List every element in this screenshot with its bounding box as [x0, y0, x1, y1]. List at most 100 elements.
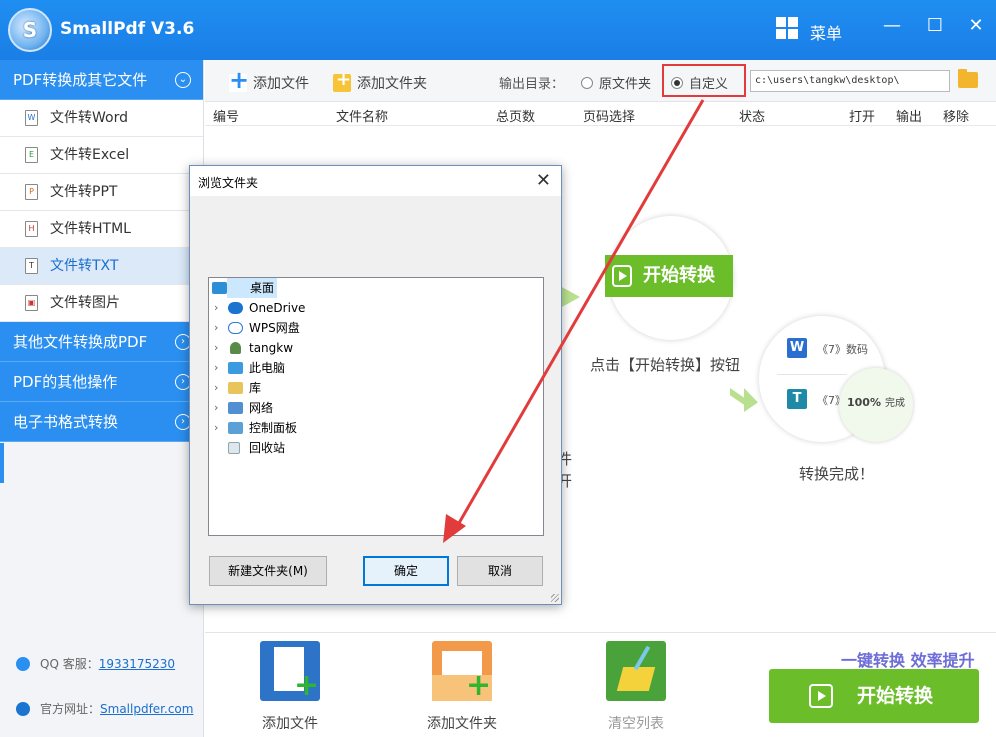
add-file-icon	[229, 66, 249, 94]
resize-grip-icon[interactable]	[551, 594, 559, 602]
network-icon	[228, 402, 243, 414]
website-link[interactable]: Smallpdfer.com	[100, 702, 193, 716]
col-page-select: 页码选择	[583, 110, 636, 125]
output-path-input[interactable]: c:\users\tangkw\desktop\	[750, 70, 950, 92]
ppt-file-icon: P	[25, 184, 38, 200]
tree-item-recycle-bin[interactable]: 回收站	[209, 438, 543, 458]
add-file-big-button[interactable]: + 添加文件	[245, 641, 335, 733]
tree-item-control-panel[interactable]: › 控制面板	[209, 418, 543, 438]
col-output: 输出	[896, 110, 923, 125]
progress-bubble: 100% 完成	[839, 368, 913, 442]
expand-arrow-icon: ›	[214, 301, 219, 314]
title-bar: S SmallPdf V3.6 菜单 — ☐ ✕	[0, 0, 996, 60]
file-table-header: 编号 文件名称 总页数 页码选择 状态 打开 输出 移除	[205, 102, 996, 126]
control-panel-icon	[228, 422, 243, 434]
excel-file-icon: E	[25, 147, 38, 163]
qq-contact: QQ 客服：1933175230	[16, 655, 175, 672]
tree-item-this-pc[interactable]: › 此电脑	[209, 358, 543, 378]
website-contact: 官方网址：Smallpdfer.com	[16, 700, 193, 717]
slogan-text: 一键转换 效率提升	[841, 651, 975, 670]
expand-arrow-icon: ›	[214, 381, 219, 394]
flow-arrow-icon	[730, 388, 758, 412]
dialog-title-bar: 浏览文件夹 ✕	[190, 166, 561, 196]
menu-grid-icon[interactable]	[776, 17, 798, 39]
app-title: SmallPdf V3.6	[60, 19, 195, 39]
add-file-toolbar-button[interactable]: 添加文件	[229, 66, 309, 94]
expand-arrow-icon: ›	[214, 341, 219, 354]
sidebar-category-pdf-operations[interactable]: PDF的其他操作 ›	[0, 362, 203, 402]
sidebar-item-image[interactable]: ▣ 文件转图片	[0, 285, 203, 322]
add-file-big-icon: +	[260, 641, 320, 701]
tree-item-wps[interactable]: › WPS网盘	[209, 318, 543, 338]
radio-original-folder[interactable]: 原文件夹	[581, 73, 651, 92]
ok-button[interactable]: 确定	[363, 556, 449, 586]
add-folder-toolbar-button[interactable]: 添加文件夹	[333, 69, 427, 93]
browse-folder-dialog: 浏览文件夹 ✕ 桌面 › OneDrive › WPS网盘 › tangkw › 此电脑…	[189, 165, 562, 605]
col-status: 状态	[739, 110, 766, 125]
word-doc-icon: W	[787, 338, 807, 358]
start-illustration-pill: 开始转换	[605, 255, 733, 297]
doc-line-1: 《7》数码	[817, 343, 868, 356]
image-file-icon: ▣	[25, 295, 38, 311]
qq-icon	[16, 657, 30, 671]
tree-item-user[interactable]: › tangkw	[209, 338, 543, 358]
sidebar-item-excel[interactable]: E 文件转Excel	[0, 137, 203, 174]
txt-file-icon: T	[25, 258, 38, 274]
sidebar-accent	[0, 443, 4, 483]
sidebar: PDF转换成其它文件 ⌄ W 文件转Word E 文件转Excel P 文件转PPT H…	[0, 60, 204, 737]
start-convert-button[interactable]: 开始转换	[769, 669, 979, 723]
menu-button[interactable]: 菜单	[810, 20, 842, 44]
new-folder-button[interactable]: 新建文件夹(M)	[209, 556, 327, 586]
add-folder-big-icon: +	[432, 641, 492, 701]
sidebar-category-pdf-to-other[interactable]: PDF转换成其它文件 ⌄	[0, 60, 203, 100]
broom-icon	[606, 641, 666, 701]
cancel-button[interactable]: 取消	[457, 556, 543, 586]
sidebar-item-ppt[interactable]: P 文件转PPT	[0, 174, 203, 211]
desktop-icon	[212, 282, 227, 294]
dialog-title: 浏览文件夹	[198, 176, 259, 190]
tree-item-desktop[interactable]: 桌面	[209, 278, 543, 298]
computer-icon	[228, 362, 243, 374]
done-caption: 转换完成！	[799, 465, 875, 483]
tree-item-onedrive[interactable]: › OneDrive	[209, 298, 543, 318]
folder-tree[interactable]: 桌面 › OneDrive › WPS网盘 › tangkw › 此电脑 › 库 › 网络 …	[208, 277, 544, 536]
minimize-button[interactable]: —	[880, 14, 904, 38]
sidebar-category-other-to-pdf[interactable]: 其他文件转换成PDF ›	[0, 322, 203, 362]
chevron-down-icon: ⌄	[175, 72, 191, 88]
library-icon	[228, 382, 243, 394]
sidebar-item-txt[interactable]: T 文件转TXT	[0, 248, 203, 285]
sidebar-item-html[interactable]: H 文件转HTML	[0, 211, 203, 248]
add-folder-big-button[interactable]: + 添加文件夹	[417, 641, 507, 733]
browser-icon	[16, 702, 30, 716]
expand-arrow-icon: ›	[214, 321, 219, 334]
close-button[interactable]: ✕	[964, 14, 988, 38]
highlight-annotation	[662, 64, 746, 97]
clear-list-button[interactable]: 清空列表	[591, 641, 681, 733]
html-file-icon: H	[25, 221, 38, 237]
expand-arrow-icon: ›	[214, 421, 219, 434]
col-remove: 移除	[943, 110, 970, 125]
word-file-icon: W	[25, 110, 38, 126]
tree-item-library[interactable]: › 库	[209, 378, 543, 398]
flow-arrow-icon	[560, 286, 580, 308]
expand-arrow-icon: ›	[214, 401, 219, 414]
click-start-caption: 点击【开始转换】按钮	[590, 356, 741, 374]
qq-link[interactable]: 1933175230	[99, 657, 175, 671]
txt-doc-icon: T	[787, 389, 807, 409]
sidebar-item-word[interactable]: W 文件转Word	[0, 100, 203, 137]
cloud-icon	[228, 302, 243, 314]
bottom-bar: + 添加文件 + 添加文件夹 清空列表 一键转换 效率提升 开始转换	[205, 632, 996, 737]
play-icon	[612, 265, 632, 287]
col-pages: 总页数	[496, 110, 536, 125]
col-number: 编号	[213, 110, 240, 125]
maximize-button[interactable]: ☐	[923, 14, 947, 38]
browse-folder-icon[interactable]	[958, 69, 978, 88]
dialog-close-icon[interactable]: ✕	[536, 170, 551, 191]
tree-item-network[interactable]: › 网络	[209, 398, 543, 418]
output-dir-label: 输出目录：	[499, 77, 565, 92]
col-filename: 文件名称	[336, 110, 389, 125]
sidebar-category-ebook[interactable]: 电子书格式转换 ›	[0, 402, 203, 442]
recycle-bin-icon	[228, 442, 240, 454]
user-icon	[230, 342, 241, 354]
cloud-outline-icon	[228, 322, 243, 334]
